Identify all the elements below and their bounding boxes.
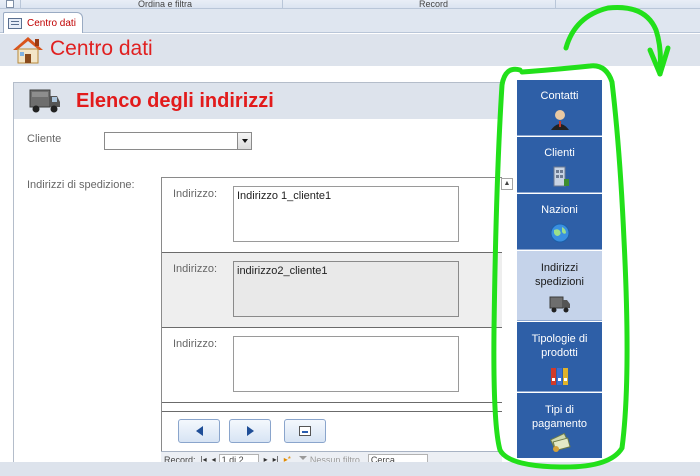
shipping-addresses-label: Indirizzi di spedizione: xyxy=(27,179,135,191)
form-icon xyxy=(8,17,22,29)
status-bar xyxy=(0,462,700,476)
cliente-combobox[interactable] xyxy=(104,132,252,150)
address-label: Indirizzo: xyxy=(173,338,218,350)
new-record-button[interactable] xyxy=(284,419,326,443)
nav-item-label: Tipologie di prodotti xyxy=(531,333,588,359)
tab-centro-dati[interactable]: Centro dati xyxy=(3,12,83,33)
nav-item-clienti[interactable]: Clienti xyxy=(517,137,602,193)
subform-title: Elenco degli indirizzi xyxy=(76,90,274,112)
page-title: Centro dati xyxy=(50,37,153,60)
nav-item-label: Contatti xyxy=(540,90,579,102)
nav-item-label: Nazioni xyxy=(541,204,578,216)
navigation-panel: Contatti Clienti Nazioni Indirizzi spedi… xyxy=(517,80,602,458)
binders-icon xyxy=(551,368,568,385)
money-icon xyxy=(549,432,571,452)
tab-label: Centro dati xyxy=(27,17,76,29)
globe-icon xyxy=(550,223,570,243)
nav-item-contatti[interactable]: Contatti xyxy=(517,80,602,136)
address-list-subform: Elenco degli indirizzi Cliente Indirizzi… xyxy=(13,82,502,476)
nav-item-label: Indirizzi spedizioni xyxy=(535,262,584,288)
address-field[interactable]: Indirizzo 1_cliente1 xyxy=(233,186,459,242)
shipping-addresses-subform: Indirizzo: Indirizzo 1_cliente1 Indirizz… xyxy=(161,177,502,476)
dialog-launcher-icon[interactable] xyxy=(6,0,14,8)
arrow-left-icon xyxy=(195,426,203,436)
nav-item-tipologie-prodotti[interactable]: Tipologie di prodotti xyxy=(517,322,602,392)
address-field[interactable] xyxy=(233,336,459,392)
next-record-button[interactable] xyxy=(229,419,271,443)
address-record: Indirizzo: Indirizzo 1_cliente1 xyxy=(162,178,502,253)
address-label: Indirizzo: xyxy=(173,188,218,200)
new-record-icon xyxy=(299,426,311,436)
address-record-new: Indirizzo: xyxy=(162,328,502,403)
previous-record-button[interactable] xyxy=(178,419,220,443)
cliente-label: Cliente xyxy=(27,133,62,145)
building-icon xyxy=(553,166,569,187)
scroll-up-icon[interactable]: ▲ xyxy=(501,178,513,190)
truck-icon xyxy=(29,89,60,113)
house-icon xyxy=(13,37,43,64)
ribbon-separator xyxy=(555,0,556,9)
chevron-down-icon[interactable] xyxy=(237,133,251,149)
nav-item-label: Tipi di pagamento xyxy=(531,404,588,430)
person-icon xyxy=(551,110,569,130)
nav-item-tipi-pagamento[interactable]: Tipi di pagamento xyxy=(517,393,602,458)
truck-icon xyxy=(549,296,570,313)
form-header: Centro dati xyxy=(0,34,700,66)
arrow-right-icon xyxy=(246,426,254,436)
ribbon-group-sort-filter: Ordina e filtra xyxy=(138,0,193,9)
ribbon-group-record: Record xyxy=(419,0,449,9)
nav-item-nazioni[interactable]: Nazioni xyxy=(517,194,602,250)
address-record: Indirizzo: indirizzo2_cliente1 xyxy=(162,253,502,328)
ribbon-group-labels: Ordina e filtra Record xyxy=(0,0,700,9)
nav-item-label: Clienti xyxy=(544,147,575,159)
record-buttons-bar xyxy=(162,411,502,451)
address-field[interactable]: indirizzo2_cliente1 xyxy=(233,261,459,317)
document-tab-bar: Centro dati xyxy=(0,9,700,33)
nav-item-indirizzi-spedizioni[interactable]: Indirizzi spedizioni xyxy=(517,251,602,321)
ribbon-separator xyxy=(282,0,283,9)
address-label: Indirizzo: xyxy=(173,263,218,275)
subform-header: Elenco degli indirizzi xyxy=(14,83,502,119)
ribbon-separator xyxy=(20,0,21,9)
